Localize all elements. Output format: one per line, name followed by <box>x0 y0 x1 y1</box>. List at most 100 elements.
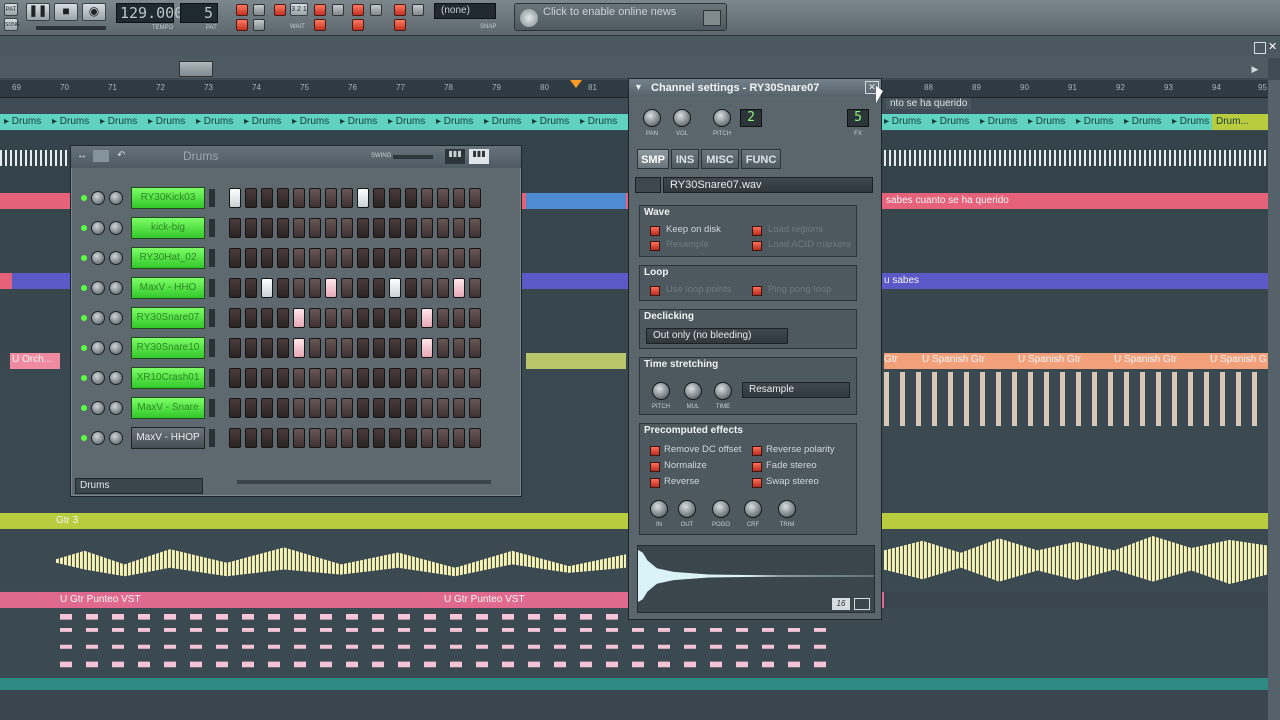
channel-mute-led[interactable] <box>81 255 87 261</box>
channel-volume-knob[interactable] <box>109 191 123 205</box>
channel-name-button[interactable]: RY30Hat_02 <box>131 247 205 269</box>
step-button[interactable] <box>293 368 305 388</box>
step-button[interactable] <box>325 338 337 358</box>
drums-clip[interactable]: ▸ Drums <box>100 116 137 127</box>
channel-settings-title[interactable]: Channel settings - RY30Snare07 <box>629 79 881 97</box>
step-button[interactable] <box>453 218 465 238</box>
step-button[interactable] <box>357 368 369 388</box>
channel-mute-led[interactable] <box>81 225 87 231</box>
step-button[interactable] <box>453 248 465 268</box>
drums-clip[interactable]: ▸ Drums <box>484 116 521 127</box>
channel-row[interactable]: RY30Hat_02 <box>79 246 499 272</box>
step-button[interactable] <box>357 308 369 328</box>
step-button[interactable] <box>309 248 321 268</box>
step-button[interactable] <box>261 248 273 268</box>
step-button[interactable] <box>261 278 273 298</box>
channel-row[interactable]: MaxV - HHOP <box>79 426 499 452</box>
step-button[interactable] <box>389 278 401 298</box>
out-knob[interactable] <box>678 500 696 518</box>
step-button[interactable] <box>421 368 433 388</box>
step-button[interactable] <box>293 428 305 448</box>
channel-mute-led[interactable] <box>81 375 87 381</box>
step-button[interactable] <box>437 308 449 328</box>
step-button[interactable] <box>437 218 449 238</box>
pattern-select[interactable]: (none) <box>434 3 496 19</box>
pause-button[interactable]: ❚❚ <box>26 3 50 21</box>
vertical-scrollbar[interactable] <box>1268 80 1280 720</box>
step-edit-button[interactable] <box>332 4 344 16</box>
channel-mute-led[interactable] <box>81 315 87 321</box>
song-mode-button[interactable]: SONG <box>4 18 20 31</box>
step-button[interactable] <box>405 188 417 208</box>
step-button[interactable] <box>437 188 449 208</box>
stretch-time-knob[interactable] <box>714 382 732 400</box>
step-button[interactable] <box>341 428 353 448</box>
online-news-panel[interactable]: Click to enable online news <box>514 3 727 31</box>
step-button[interactable] <box>261 398 273 418</box>
tab-ins[interactable]: INS <box>671 149 699 169</box>
pitch-range-display[interactable]: 2 <box>740 109 762 127</box>
step-button[interactable] <box>373 338 385 358</box>
step-button[interactable] <box>437 368 449 388</box>
step-button[interactable] <box>341 308 353 328</box>
step-button[interactable] <box>405 218 417 238</box>
drums-clip[interactable]: ▸ Drums <box>1124 116 1161 127</box>
record-button[interactable]: ◉ <box>82 3 106 21</box>
countdown-button[interactable] <box>274 4 286 16</box>
orch-clip[interactable]: U Orch... <box>10 353 60 369</box>
channel-name-button[interactable]: XR10Crash01 <box>131 367 205 389</box>
undo-icon[interactable]: ↶ <box>117 150 125 161</box>
channel-mute-led[interactable] <box>81 345 87 351</box>
step-button[interactable] <box>341 398 353 418</box>
step-button[interactable] <box>309 398 321 418</box>
step-button[interactable] <box>229 278 241 298</box>
step-button[interactable] <box>437 428 449 448</box>
overdub-button[interactable] <box>352 4 364 16</box>
step-button[interactable] <box>405 398 417 418</box>
stretch-pitch-knob[interactable] <box>652 382 670 400</box>
step-button[interactable] <box>245 368 257 388</box>
channel-volume-knob[interactable] <box>109 281 123 295</box>
step-button[interactable] <box>453 428 465 448</box>
step-button[interactable] <box>405 368 417 388</box>
step-button[interactable] <box>373 428 385 448</box>
step-button[interactable] <box>261 338 273 358</box>
step-button[interactable] <box>389 368 401 388</box>
download-icon[interactable] <box>703 10 721 26</box>
step-button[interactable] <box>421 248 433 268</box>
step-button[interactable] <box>405 338 417 358</box>
drums-clip[interactable]: ▸ Drums <box>1028 116 1065 127</box>
step-button[interactable] <box>261 308 273 328</box>
sample-file-select[interactable]: RY30Snare07.wav <box>663 177 873 193</box>
empty-lane[interactable] <box>0 690 1268 720</box>
step-button[interactable] <box>325 188 337 208</box>
step-button[interactable] <box>309 308 321 328</box>
step-button[interactable] <box>389 338 401 358</box>
bottom-track[interactable] <box>0 678 1268 690</box>
channel-pan-knob[interactable] <box>91 341 105 355</box>
drums-clip[interactable]: ▸ Drums <box>580 116 617 127</box>
piano-roll-button[interactable] <box>352 19 364 31</box>
step-button[interactable] <box>389 188 401 208</box>
channel-filter-select[interactable]: Drums <box>75 478 203 494</box>
step-button[interactable] <box>293 308 305 328</box>
drums-clip[interactable]: ▸ Drums <box>196 116 233 127</box>
step-button[interactable] <box>373 248 385 268</box>
olive-clip[interactable] <box>526 353 626 369</box>
multilink-button[interactable] <box>394 4 406 16</box>
step-button[interactable] <box>229 398 241 418</box>
trim-knob[interactable] <box>778 500 796 518</box>
browse-folder-icon[interactable] <box>635 177 661 193</box>
typing-keyboard-button[interactable] <box>236 19 248 31</box>
channel-volume-knob[interactable] <box>109 431 123 445</box>
step-button[interactable] <box>469 218 481 238</box>
step-button[interactable] <box>229 338 241 358</box>
step-button[interactable] <box>229 188 241 208</box>
drums-clip[interactable]: ▸ Drums <box>1076 116 1113 127</box>
step-button[interactable] <box>389 398 401 418</box>
step-button[interactable] <box>229 248 241 268</box>
channel-name-button[interactable]: MaxV - Snare <box>131 397 205 419</box>
step-button[interactable] <box>469 308 481 328</box>
channel-pan-knob[interactable] <box>91 251 105 265</box>
in-knob[interactable] <box>650 500 668 518</box>
